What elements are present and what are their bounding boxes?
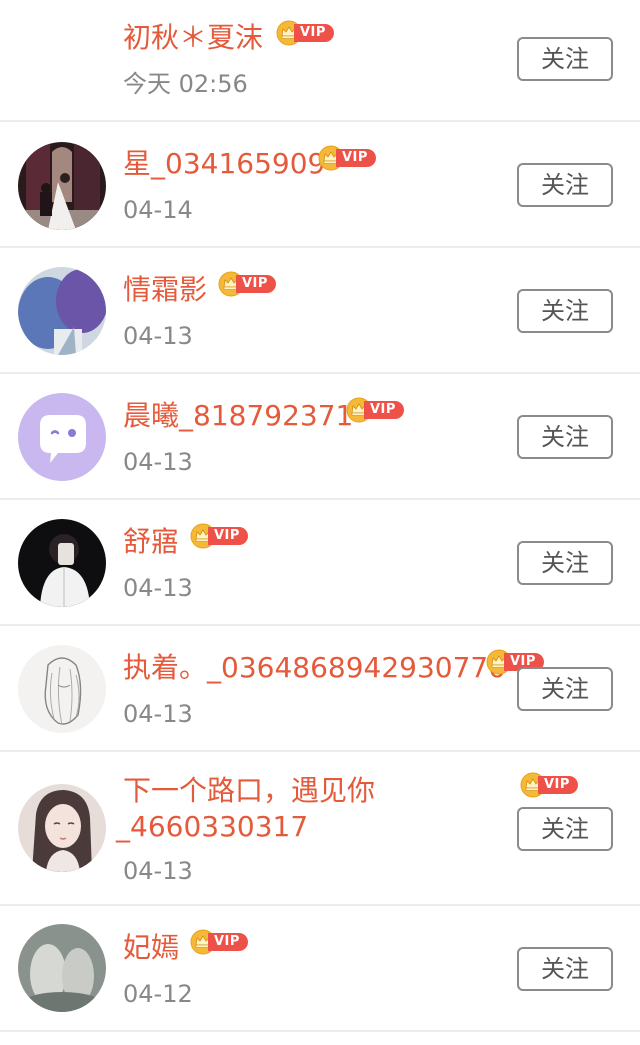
list-item[interactable]: 初秋＊夏沫 VIP 今天 02:56 关注: [0, 0, 640, 122]
follow-button[interactable]: 关注: [517, 667, 613, 711]
user-name: 星_034165909: [123, 147, 326, 180]
avatar[interactable]: [18, 393, 106, 481]
list-item[interactable]: 执着。_0364868942930770 VIP 04-13 关注: [0, 626, 640, 752]
user-name: 舒寤: [123, 525, 180, 558]
follow-date: 04-14: [123, 196, 193, 224]
avatar[interactable]: [18, 267, 106, 355]
follow-button[interactable]: 关注: [517, 541, 613, 585]
avatar[interactable]: [18, 142, 106, 230]
vip-badge: VIP: [218, 273, 276, 295]
avatar[interactable]: [18, 784, 106, 872]
follow-date: 04-13: [123, 448, 193, 476]
user-name: 执着。_0364868942930770: [123, 651, 507, 684]
user-name: 晨曦_818792371: [123, 399, 354, 432]
vip-badge: VIP: [318, 147, 376, 169]
vip-badge: VIP: [520, 774, 578, 796]
vip-badge: VIP: [190, 931, 248, 953]
list-item[interactable]: 情霜影 VIP 04-13 关注: [0, 248, 640, 374]
user-name: 下一个路口，遇见你: [123, 774, 376, 807]
user-name: 情霜影: [123, 273, 208, 306]
user-name: 初秋＊夏沫: [123, 21, 264, 54]
list-item[interactable]: 妃嫣 VIP 04-12 关注: [0, 906, 640, 1032]
follow-date: 04-13: [123, 574, 193, 602]
list-item[interactable]: 舒寤 VIP 04-13 关注: [0, 500, 640, 626]
follow-date: 04-13: [123, 322, 193, 350]
follow-date: 今天 02:56: [123, 70, 248, 98]
follow-button[interactable]: 关注: [517, 415, 613, 459]
list-item[interactable]: 星_034165909 VIP 04-14 关注: [0, 122, 640, 248]
avatar[interactable]: [18, 924, 106, 1012]
list-item[interactable]: 晨曦_818792371 VIP 04-13 关注: [0, 374, 640, 500]
avatar[interactable]: [18, 645, 106, 733]
follow-button[interactable]: 关注: [517, 947, 613, 991]
follow-button[interactable]: 关注: [517, 37, 613, 81]
follow-date: 04-12: [123, 980, 193, 1008]
follow-date: 04-13: [123, 700, 193, 728]
list-item[interactable]: 下一个路口，遇见你 _4660330317 VIP 04-13 关注: [0, 752, 640, 906]
follow-button[interactable]: 关注: [517, 807, 613, 851]
user-name: 妃嫣: [123, 931, 180, 964]
follow-button[interactable]: 关注: [517, 163, 613, 207]
vip-badge: VIP: [346, 399, 404, 421]
user-name-line2: _4660330317: [116, 810, 309, 843]
vip-badge: VIP: [190, 525, 248, 547]
follow-button[interactable]: 关注: [517, 289, 613, 333]
vip-badge: VIP: [276, 22, 334, 44]
follow-date: 04-13: [123, 857, 193, 885]
follower-list: 初秋＊夏沫 VIP 今天 02:56 关注 星_034165909 VIP 04…: [0, 0, 640, 1045]
avatar[interactable]: [18, 519, 106, 607]
